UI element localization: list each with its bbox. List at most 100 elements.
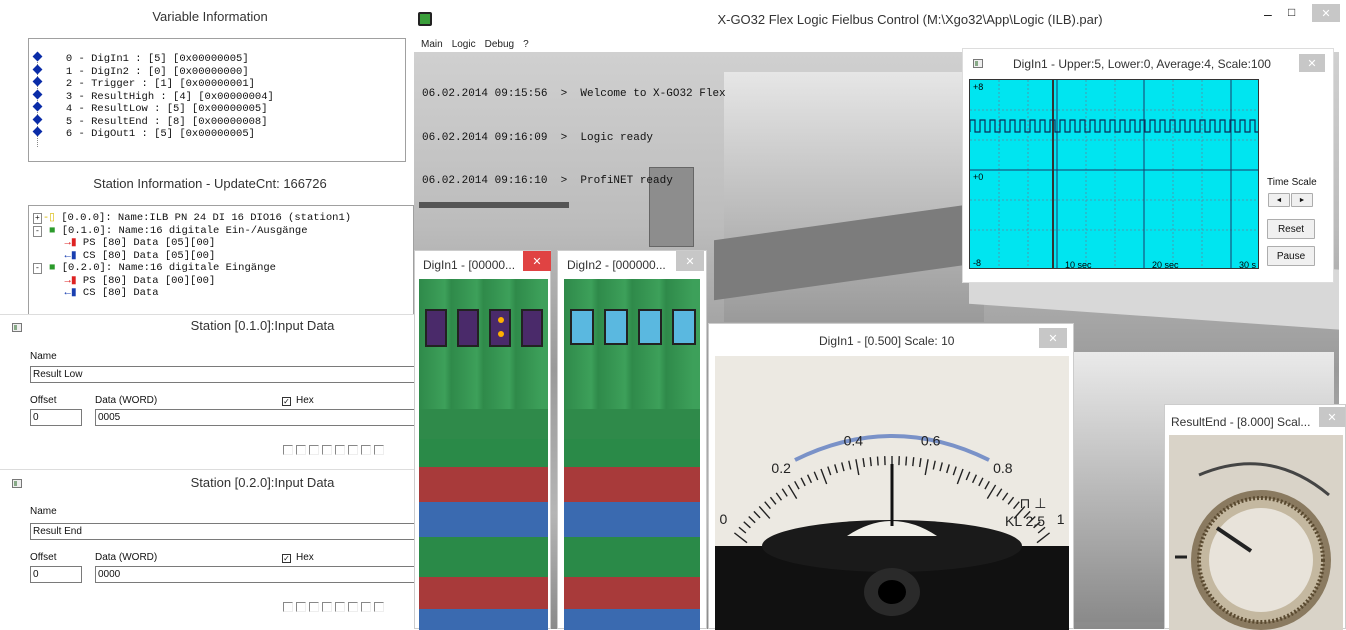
pause-button[interactable]: Pause [1267,246,1315,266]
check-icon: ✓ [282,554,291,563]
log-line: 06.02.2014 09:16:09 > Logic ready [422,131,726,146]
list-item[interactable]: 1 - DigIn2 : [0] [0x00000000] [31,66,405,79]
meter-tick [776,493,781,500]
meter-tick [842,462,844,471]
x-label: 10 sec [1065,260,1092,269]
meter-tick [856,459,859,475]
meter-tick [808,475,812,483]
module-icon: ■ [49,262,55,274]
list-item[interactable]: 4 - ResultLow : [5] [0x00000005] [31,103,405,116]
tree-node-module[interactable]: - ■ [0.1.0]: Name:16 digitale Ein-/Ausgä… [33,225,413,238]
name-label: Name [30,351,57,362]
meter-close-button[interactable]: ✕ [1039,328,1067,348]
meter-tick [739,527,746,533]
log-area: 06.02.2014 09:15:56 > Welcome to X-GO32 … [422,58,726,218]
meter-scale-label: 0.4 [844,433,864,449]
data-field[interactable] [95,566,415,583]
collapse-icon[interactable]: - [33,226,42,237]
diamond-icon [33,114,43,124]
meter-tick [863,458,864,467]
meter-tick [782,489,787,497]
device-icon: -▯ [43,212,55,224]
list-item[interactable]: 0 - DigIn1 : [5] [0x00000005] [31,53,405,66]
meter-tick [749,516,755,522]
tree-node-module[interactable]: - ■ [0.2.0]: Name:16 digitale Eingänge [33,262,413,275]
scope-close-button[interactable]: ✕ [1299,54,1325,72]
menu-logic[interactable]: Logic [452,39,476,50]
diamond-icon [33,52,43,62]
meter-title: DigIn1 - [0.500] Scale: 10 [819,334,954,348]
scope-plot: +8 +0 -8 10 sec 20 sec 30 s [969,79,1259,269]
meter-svg: 00.20.40.60.81 KL 2.5 ⊓ ⊥ [715,356,1069,630]
meter-tick [953,467,956,476]
scope-window: DigIn1 - Upper:5, Lower:0, Average:4, Sc… [962,48,1334,283]
meter-scale-label: 0.2 [771,460,791,476]
meter-tick [997,489,1002,497]
expand-icon[interactable]: + [33,213,42,224]
tree-leaf[interactable]: ←▮ CS [80] Data [05][00] [33,250,413,263]
name-field[interactable] [30,366,420,383]
meter-tick [734,533,747,543]
diamond-icon [33,77,43,87]
hex-checkbox[interactable]: ✓Hex [282,552,314,563]
variable-list[interactable]: 0 - DigIn1 : [5] [0x00000005] 1 - DigIn2… [28,38,406,162]
close-button[interactable]: ✕ [1312,4,1340,22]
tree-leaf[interactable]: →▮ PS [80] Data [05][00] [33,237,413,250]
reset-button[interactable]: Reset [1267,219,1315,239]
meter-tick [925,459,928,475]
time-scale-left-button[interactable]: ◄ [1268,193,1290,207]
tree-leaf[interactable]: →▮ PS [80] Data [00][00] [33,275,413,288]
name-label: Name [30,506,57,517]
meter-tick [744,522,751,528]
input-arrow-icon: ←▮ [65,250,77,262]
tree-node-station[interactable]: +-▯ [0.0.0]: Name:ILB PN 24 DI 16 DIO16 … [33,212,413,225]
tree-leaf[interactable]: ←▮ CS [80] Data [33,287,413,300]
station-info-panel: Station Information - UpdateCnt: 166726 … [0,167,420,314]
list-item[interactable]: 5 - ResultEnd : [8] [0x00000008] [31,116,405,129]
list-item[interactable]: 3 - ResultHigh : [4] [0x00000004] [31,91,405,104]
bit-checkboxes[interactable] [283,445,384,455]
offset-field[interactable] [30,566,82,583]
time-scale-right-button[interactable]: ► [1291,193,1313,207]
hex-checkbox[interactable]: ✓Hex [282,395,314,406]
main-window-title: X-GO32 Flex Logic Fielbus Control (M:\Xg… [414,12,1346,27]
meter-tick [849,461,851,470]
meter-window: DigIn1 - [0.500] Scale: 10 ✕ 00.20.40.60… [708,323,1074,629]
menu-main[interactable]: Main [421,39,443,50]
bit-checkboxes[interactable] [283,602,384,612]
module-icon: ■ [49,225,55,237]
knob-svg [1169,435,1343,630]
digin1-close-button[interactable]: ✕ [523,251,551,271]
meter-tick [985,481,989,489]
knob-close-button[interactable]: ✕ [1319,407,1345,427]
x-label: 30 s [1239,260,1257,269]
station-tree[interactable]: +-▯ [0.0.0]: Name:ILB PN 24 DI 16 DIO16 … [28,205,414,314]
data-field[interactable] [95,409,415,426]
meter-image: 00.20.40.60.81 KL 2.5 ⊓ ⊥ [715,356,1069,630]
list-item[interactable]: 2 - Trigger : [1] [0x00000001] [31,78,405,91]
digin1-window: DigIn1 - [00000... ✕ [414,250,551,629]
list-item[interactable]: 6 - DigOut1 : [5] [0x00000005] [31,128,405,141]
input-data-title: Station [0.1.0]:Input Data [0,318,415,333]
offset-field[interactable] [30,409,82,426]
name-field[interactable] [30,523,420,540]
output-arrow-icon: →▮ [65,237,77,249]
minimize-button[interactable]: – [1264,6,1272,22]
meter-tick [1008,497,1013,504]
meter-scale-label: 0.6 [921,433,941,449]
knob-window: ResultEnd - [8.000] Scal... ✕ [1164,404,1346,629]
knob-image [1169,435,1343,630]
meter-tick [814,472,817,480]
menu-debug[interactable]: Debug [485,39,514,50]
offset-label: Offset [30,552,57,563]
meter-tick [1037,533,1050,543]
collapse-icon[interactable]: - [33,263,42,274]
menu-help[interactable]: ? [523,39,529,50]
data-label: Data (WORD) [95,552,157,563]
meter-tick [828,467,831,476]
digin2-close-button[interactable]: ✕ [676,251,704,271]
maximize-button[interactable]: □ [1288,5,1295,19]
diamond-icon [33,89,43,99]
digin2-title: DigIn2 - [000000... [567,258,666,272]
meter-scale-label: 0.8 [993,460,1013,476]
